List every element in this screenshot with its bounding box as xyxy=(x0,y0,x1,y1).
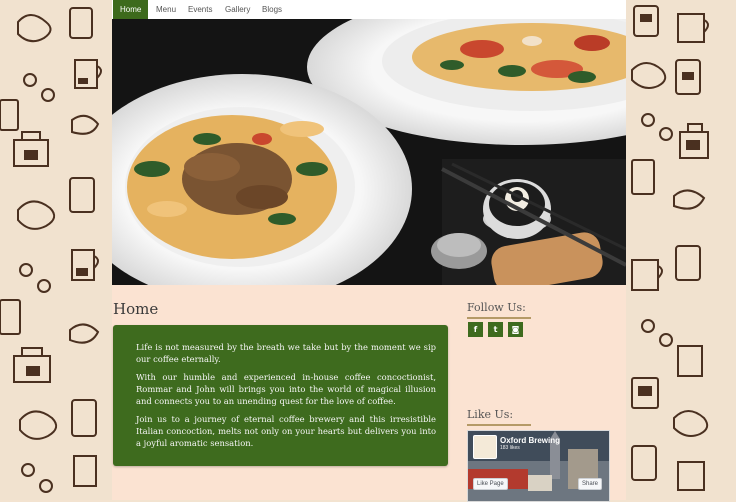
page-title: Home xyxy=(113,300,159,318)
nav-events[interactable]: Events xyxy=(188,0,212,19)
facebook-page-widget[interactable]: Oxford Brewing 183 likes Like Page Share xyxy=(467,430,610,502)
like-heading: Like Us: xyxy=(467,408,514,421)
coffee-doodle-pattern xyxy=(631,5,709,491)
coffee-doodle-pattern xyxy=(0,7,102,493)
journey-paragraph: Join us to a journey of eternal coffee b… xyxy=(136,414,436,448)
coffee-pattern-left xyxy=(0,0,112,500)
pasta-photo xyxy=(112,19,626,285)
instagram-icon[interactable]: ◙ xyxy=(508,322,523,337)
hero-slideshow[interactable] xyxy=(112,19,626,285)
welcome-message-box: Life is not measured by the breath we ta… xyxy=(113,325,448,466)
nav-gallery[interactable]: Gallery xyxy=(225,0,250,19)
nav-home[interactable]: Home xyxy=(113,0,149,19)
nav-menu[interactable]: Menu xyxy=(156,0,176,19)
follow-heading: Follow Us: xyxy=(467,301,526,314)
follow-heading-underline xyxy=(467,317,531,319)
like-heading-underline xyxy=(467,424,531,426)
coffee-pattern-right xyxy=(626,0,736,500)
twitter-icon[interactable]: t xyxy=(488,322,503,337)
nav-blogs[interactable]: Blogs xyxy=(262,0,282,19)
top-navbar: Home Menu Events Gallery Blogs xyxy=(112,0,626,20)
main-page: Home Menu Events Gallery Blogs Home Life… xyxy=(112,0,626,502)
experience-paragraph: With our humble and experienced in-house… xyxy=(136,372,436,406)
fb-page-name[interactable]: Oxford Brewing xyxy=(500,436,560,445)
fb-share-button[interactable]: Share xyxy=(578,478,603,490)
fb-likes-count: 183 likes xyxy=(500,445,520,451)
fb-like-page-button[interactable]: Like Page xyxy=(473,478,508,490)
brewery-logo xyxy=(473,435,497,459)
facebook-icon[interactable]: f xyxy=(468,322,483,337)
intro-paragraph: Life is not measured by the breath we ta… xyxy=(136,342,436,364)
